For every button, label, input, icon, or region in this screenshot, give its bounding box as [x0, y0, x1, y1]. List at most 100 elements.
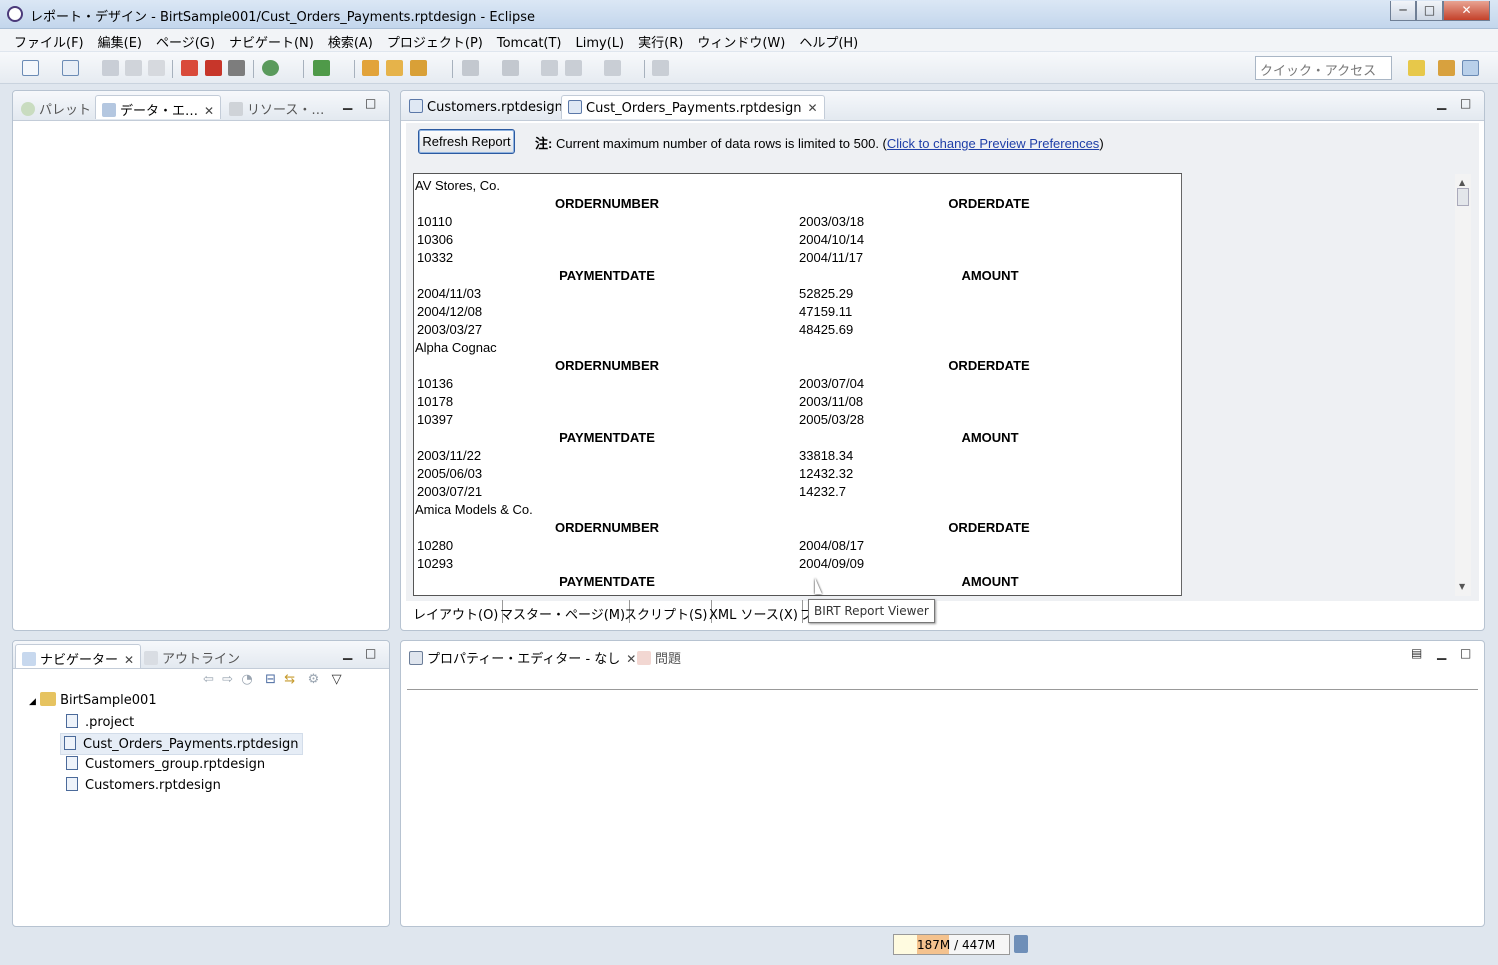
save-icon[interactable] — [102, 60, 119, 76]
last-edit-icon[interactable] — [541, 60, 558, 76]
close-icon[interactable]: ✕ — [808, 101, 818, 115]
back-icon[interactable]: ⇦ — [203, 672, 214, 687]
maximize-view-icon[interactable]: □ — [1460, 646, 1471, 660]
scroll-down-icon[interactable]: ▼ — [1459, 582, 1465, 591]
run-icon[interactable] — [313, 60, 330, 76]
terminate-icon[interactable] — [228, 60, 245, 76]
debug-icon[interactable] — [181, 60, 198, 76]
menu-file[interactable]: ファイル(F) — [7, 29, 91, 51]
maximize-button[interactable]: □ — [1416, 1, 1443, 21]
java-perspective-icon[interactable] — [1438, 60, 1455, 76]
menu-limy[interactable]: Limy(L) — [569, 33, 632, 51]
minimize-button[interactable]: ─ — [1390, 1, 1416, 21]
tab-palette[interactable]: パレット — [15, 95, 97, 119]
report-scrollbar[interactable]: ▲ ▼ — [1455, 174, 1471, 596]
tree-file[interactable]: Customers.rptdesign — [63, 776, 224, 794]
filter-icon[interactable]: ⚙ — [308, 672, 320, 687]
report-design-perspective-icon[interactable] — [1462, 60, 1479, 76]
web-preview-icon[interactable] — [262, 60, 279, 76]
view-menu-icon[interactable]: ▤ — [1411, 646, 1422, 660]
tab-xml-source[interactable]: XML ソース(X) — [705, 600, 803, 623]
forward-icon[interactable]: ⇨ — [222, 672, 233, 687]
tab-customers-rptdesign[interactable]: Customers.rptdesign — [403, 95, 569, 119]
heap-status[interactable]: 187M / 447M — [893, 934, 1010, 955]
open-type-icon[interactable] — [386, 60, 403, 76]
expand-arrow-icon[interactable]: ◢ — [29, 697, 36, 707]
skip-breakpoints-icon[interactable] — [205, 60, 222, 76]
order-number: 10306 — [417, 232, 454, 247]
outline-icon — [144, 651, 158, 665]
tree-file[interactable]: .project — [63, 713, 137, 731]
print-icon[interactable] — [148, 60, 165, 76]
tab-layout[interactable]: レイアウト(O) — [409, 600, 504, 623]
new-report-icon[interactable] — [62, 60, 79, 76]
pin-icon[interactable] — [652, 60, 669, 76]
collapse-all-icon[interactable]: ⊟ — [265, 672, 276, 687]
data-explorer-icon — [102, 103, 116, 117]
column-header: AMOUNT — [961, 268, 1019, 283]
tab-property-editor[interactable]: プロパティー・エディター - なし ✕ — [403, 644, 643, 668]
report-file-icon — [409, 99, 423, 113]
order-date: 2004/08/17 — [799, 538, 865, 553]
mouse-cursor — [815, 578, 822, 594]
minimize-view-icon[interactable]: ▁ — [343, 96, 352, 110]
preview-preferences-link[interactable]: Click to change Preview Preferences — [887, 136, 1099, 151]
property-editor-panel: プロパティー・エディター - なし ✕ 問題 ▤ ▁ □ — [400, 640, 1485, 927]
tab-script[interactable]: スクリプト(S) — [620, 600, 713, 623]
new-icon[interactable] — [22, 60, 39, 76]
maximize-view-icon[interactable]: □ — [365, 96, 376, 110]
garbage-collect-icon[interactable] — [1014, 935, 1028, 953]
open-perspective-icon[interactable] — [1408, 60, 1425, 76]
open-folder-icon[interactable] — [362, 60, 379, 76]
minimize-view-icon[interactable]: ▁ — [1437, 96, 1446, 110]
tab-resource-explorer[interactable]: リソース・… — [223, 95, 330, 119]
tree-file[interactable]: Customers_group.rptdesign — [63, 755, 268, 773]
close-icon[interactable]: ✕ — [204, 104, 214, 118]
payment-amount: 52825.29 — [799, 286, 854, 301]
close-button[interactable]: ✕ — [1443, 1, 1490, 21]
report-file-icon — [66, 756, 78, 770]
maximize-view-icon[interactable]: □ — [1460, 96, 1471, 110]
close-icon[interactable]: ✕ — [124, 653, 134, 667]
menu-edit[interactable]: 編集(E) — [91, 29, 149, 51]
tab-data-explorer[interactable]: データ・エ… ✕ — [95, 95, 222, 119]
order-number: 10332 — [417, 250, 454, 265]
menu-page[interactable]: ページ(G) — [149, 29, 222, 51]
prev-annotation-icon[interactable] — [502, 60, 519, 76]
tab-master-page[interactable]: マスター・ページ(M) — [496, 600, 631, 623]
customer-name: AV Stores, Co. — [415, 178, 501, 193]
tab-cust-orders-payments[interactable]: Cust_Orders_Payments.rptdesign ✕ — [561, 95, 825, 119]
menu-search[interactable]: 検索(A) — [321, 29, 380, 51]
minimize-view-icon[interactable]: ▁ — [1437, 646, 1446, 660]
menu-window[interactable]: ウィンドウ(W) — [690, 29, 792, 51]
menu-tomcat[interactable]: Tomcat(T) — [490, 33, 569, 51]
menu-project[interactable]: プロジェクト(P) — [380, 29, 490, 51]
back-icon[interactable] — [565, 60, 582, 76]
status-bar — [0, 928, 1498, 965]
link-editor-icon[interactable]: ⇆ — [284, 672, 295, 687]
menu-run[interactable]: 実行(R) — [631, 29, 690, 51]
project-file-icon — [66, 714, 78, 728]
tab-navigator[interactable]: ナビゲーター ✕ — [15, 644, 142, 668]
edit-tool-icon[interactable] — [410, 60, 427, 76]
menu-navigate[interactable]: ナビゲート(N) — [222, 29, 321, 51]
maximize-view-icon[interactable]: □ — [365, 646, 376, 660]
payment-date: 2003/11/22 — [417, 448, 482, 463]
order-number: 10136 — [417, 376, 454, 391]
tree-file-selected[interactable]: Cust_Orders_Payments.rptdesign — [60, 733, 303, 755]
scroll-thumb[interactable] — [1457, 188, 1469, 206]
menu-help[interactable]: ヘルプ(H) — [792, 29, 865, 51]
scroll-up-icon[interactable]: ▲ — [1459, 178, 1465, 187]
tab-problems[interactable]: 問題 — [631, 644, 687, 668]
view-menu-icon[interactable]: ▽ — [332, 672, 342, 687]
save-all-icon[interactable] — [125, 60, 142, 76]
forward-icon[interactable] — [604, 60, 621, 76]
next-annotation-icon[interactable] — [462, 60, 479, 76]
up-icon[interactable]: ◔ — [241, 672, 252, 687]
column-header: PAYMENTDATE — [559, 268, 655, 283]
tab-outline[interactable]: アウトライン — [138, 644, 246, 668]
refresh-report-button[interactable]: Refresh Report — [418, 129, 515, 154]
quick-access-input[interactable]: クイック・アクセス — [1255, 56, 1392, 80]
project-node[interactable]: ◢ BirtSample001 — [29, 692, 157, 708]
minimize-view-icon[interactable]: ▁ — [343, 646, 352, 660]
